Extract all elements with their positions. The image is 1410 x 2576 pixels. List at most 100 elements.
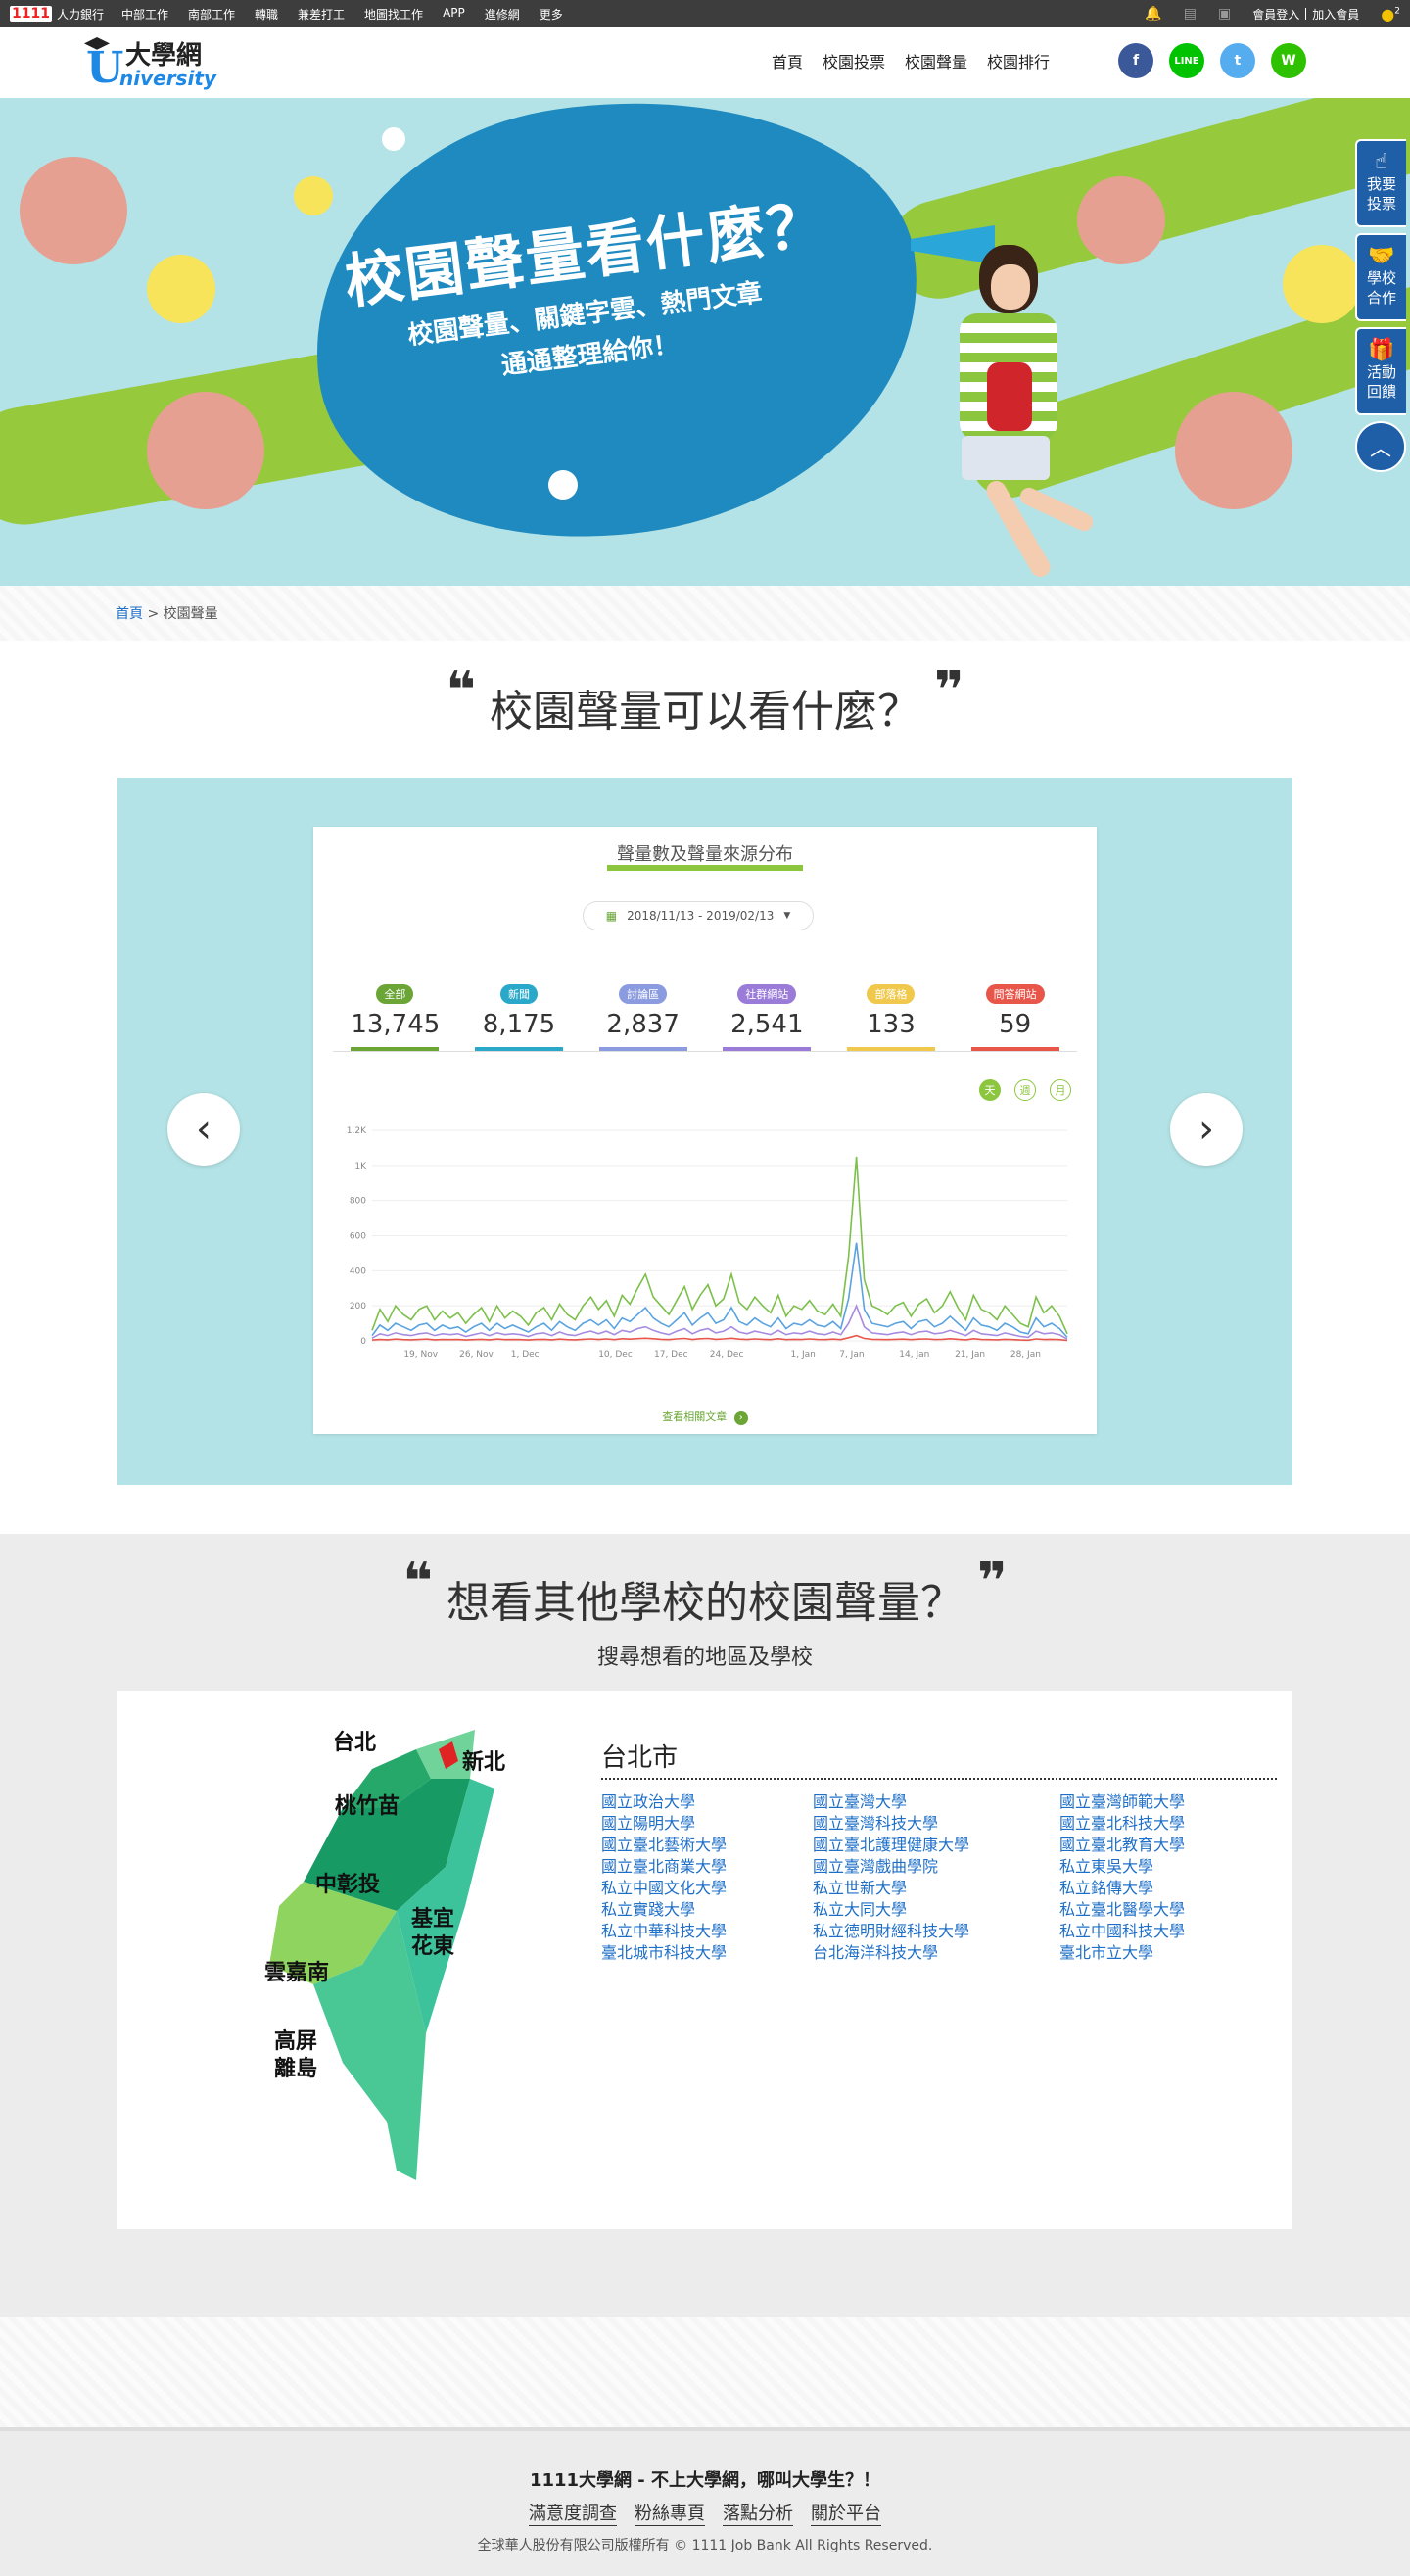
top-link-study[interactable]: 進修網 [485,6,520,23]
stat-item[interactable]: 討論區 2,837 [598,983,687,1051]
footer-link-placement-analysis[interactable]: 落點分析 [723,2500,793,2526]
carousel-next-button[interactable]: › [1170,1093,1243,1166]
stat-item[interactable]: 社群網站 2,541 [723,983,812,1051]
stat-item[interactable]: 全部 13,745 [351,983,440,1051]
region-search-section: ❝ 想看其他學校的校園聲量？ ❞ 搜尋想看的地區及學校 台北 新北 桃竹苗 中彰… [0,1534,1410,2317]
school-link[interactable]: 國立政治大學 [601,1792,813,1812]
chart-series-line [371,1334,1068,1342]
twitter-icon[interactable]: t [1220,43,1255,78]
handshake-icon: 🤝 [1368,244,1395,268]
top-link-part-time[interactable]: 兼差打工 [298,6,345,23]
school-link[interactable]: 私立中國文化大學 [601,1879,813,1898]
nav-campus-ranking[interactable]: 校園排行 [987,49,1050,72]
resume-icon[interactable]: ▤ [1184,6,1197,22]
school-link[interactable]: 私立實踐大學 [601,1900,813,1920]
back-to-top-button[interactable]: ︿ [1355,421,1406,472]
top-link-more[interactable]: 更多 [540,6,563,23]
top-link-career-change[interactable]: 轉職 [255,6,278,23]
breadcrumb-separator: > [147,606,160,622]
toggle-day[interactable]: 天 [979,1079,1001,1101]
caret-down-icon: ▼ [783,911,791,921]
school-link[interactable]: 私立中華科技大學 [601,1922,813,1941]
toggle-month[interactable]: 月 [1050,1079,1071,1101]
school-link[interactable]: 私立臺北醫學大學 [1059,1900,1277,1920]
site-header: U 大學網 niversity 首頁 校園投票 校園聲量 校園排行 f LINE… [0,27,1410,98]
event-rewards-button[interactable]: 🎁 活動 回饋 [1355,327,1406,415]
school-link[interactable]: 國立臺北護理健康大學 [813,1836,1059,1855]
region-label-islands[interactable]: 離島 [274,2056,317,2081]
view-articles-link[interactable]: 查看相關文章 › [313,1408,1097,1425]
school-link[interactable]: 國立臺灣大學 [813,1792,1059,1812]
region-label-new-taipei[interactable]: 新北 [462,1749,505,1775]
school-link[interactable]: 國立臺北藝術大學 [601,1836,813,1855]
paint-dot [147,392,264,509]
nav-home[interactable]: 首頁 [772,49,803,72]
wechat-icon[interactable]: W [1271,43,1306,78]
rewards-label-1: 活動 [1366,363,1396,381]
school-link[interactable]: 國立臺灣科技大學 [813,1814,1059,1834]
chart-x-tick: 24, Dec [710,1350,744,1360]
footer-link-fan-page[interactable]: 粉絲專頁 [634,2500,705,2526]
date-range-value: 2018/11/13 - 2019/02/13 [627,909,775,923]
footer-link-about[interactable]: 關於平台 [811,2500,881,2526]
login-link[interactable]: 會員登入 [1252,6,1299,23]
toggle-week[interactable]: 週 [1014,1079,1036,1101]
region-label-central[interactable]: 中彰投 [315,1872,380,1897]
chart-x-tick: 7, Jan [839,1350,864,1360]
region-label-kaohsiung-pingtung[interactable]: 高屏 [274,2028,317,2054]
quote-open-icon: ❝ [402,1552,433,1611]
region-label-taipei[interactable]: 台北 [333,1730,376,1755]
school-link[interactable]: 國立臺北科技大學 [1059,1814,1277,1834]
footer-link-survey[interactable]: 滿意度調查 [529,2500,617,2526]
top-link-south-jobs[interactable]: 南部工作 [188,6,235,23]
university-logo[interactable]: U 大學網 niversity [80,33,227,92]
rewards-label-2: 回饋 [1366,383,1396,401]
carousel-prev-button[interactable]: ‹ [167,1093,240,1166]
top-link-map-jobs[interactable]: 地圖找工作 [364,6,423,23]
school-link[interactable]: 私立銘傳大學 [1059,1879,1277,1898]
line-icon[interactable]: LINE [1169,43,1204,78]
school-link[interactable]: 私立德明財經科技大學 [813,1922,1059,1941]
footer-slogan: 1111大學網 - 不上大學網，哪叫大學生？！ [529,2470,881,2491]
school-link[interactable]: 臺北城市科技大學 [601,1943,813,1963]
briefcase-icon[interactable]: ▣ [1218,6,1231,22]
facebook-icon[interactable]: f [1118,43,1153,78]
region-label-keelung-yilan[interactable]: 基宜 [411,1906,454,1932]
partnership-label-2: 合作 [1366,289,1396,307]
stat-item[interactable]: 部落格 133 [846,983,935,1051]
region-label-taoyuan[interactable]: 桃竹苗 [335,1793,400,1819]
stat-item[interactable]: 新聞 8,175 [474,983,563,1051]
vote-button[interactable]: ☝ 我要 投票 [1355,139,1406,227]
job-bank-brand[interactable]: 1111 人力銀行 [10,6,104,23]
school-partnership-button[interactable]: 🤝 學校 合作 [1355,233,1406,321]
region-label-hualien-taitung[interactable]: 花東 [411,1933,454,1959]
top-link-app[interactable]: APP [443,6,465,23]
chart-x-tick: 14, Jan [899,1350,929,1360]
footer-divider-strip [0,2317,1410,2427]
stat-label-badge: 問答網站 [985,984,1045,1004]
school-link[interactable]: 私立世新大學 [813,1879,1059,1898]
school-link[interactable]: 國立臺灣師範大學 [1059,1792,1277,1812]
date-range-picker[interactable]: ▦ 2018/11/13 - 2019/02/13 ▼ [583,901,814,930]
chart-y-tick: 1.2K [347,1126,367,1136]
school-link[interactable]: 臺北市立大學 [1059,1943,1277,1963]
user-icon[interactable]: ●2 [1381,5,1400,24]
stat-item[interactable]: 問答網站 59 [970,983,1059,1051]
nav-campus-vote[interactable]: 校園投票 [822,49,885,72]
top-link-central-jobs[interactable]: 中部工作 [121,6,168,23]
selected-city-title: 台北市 [601,1738,1277,1780]
school-link[interactable]: 私立東吳大學 [1059,1857,1277,1877]
nav-campus-buzz[interactable]: 校園聲量 [905,49,967,72]
school-link[interactable]: 台北海洋科技大學 [813,1943,1059,1963]
school-link[interactable]: 國立臺北商業大學 [601,1857,813,1877]
school-link[interactable]: 私立大同大學 [813,1900,1059,1920]
breadcrumb-home[interactable]: 首頁 [116,606,143,622]
school-link[interactable]: 國立陽明大學 [601,1814,813,1834]
region-label-south-west[interactable]: 雲嘉南 [264,1961,329,1985]
bell-icon[interactable]: 🔔 [1145,6,1161,22]
school-link[interactable]: 私立中國科技大學 [1059,1922,1277,1941]
school-link[interactable]: 國立臺北教育大學 [1059,1836,1277,1855]
section1-heading: ❝ 校園聲量可以看什麼？ ❞ [0,665,1410,739]
school-link[interactable]: 國立臺灣戲曲學院 [813,1857,1059,1877]
register-link[interactable]: 加入會員 [1312,6,1359,23]
